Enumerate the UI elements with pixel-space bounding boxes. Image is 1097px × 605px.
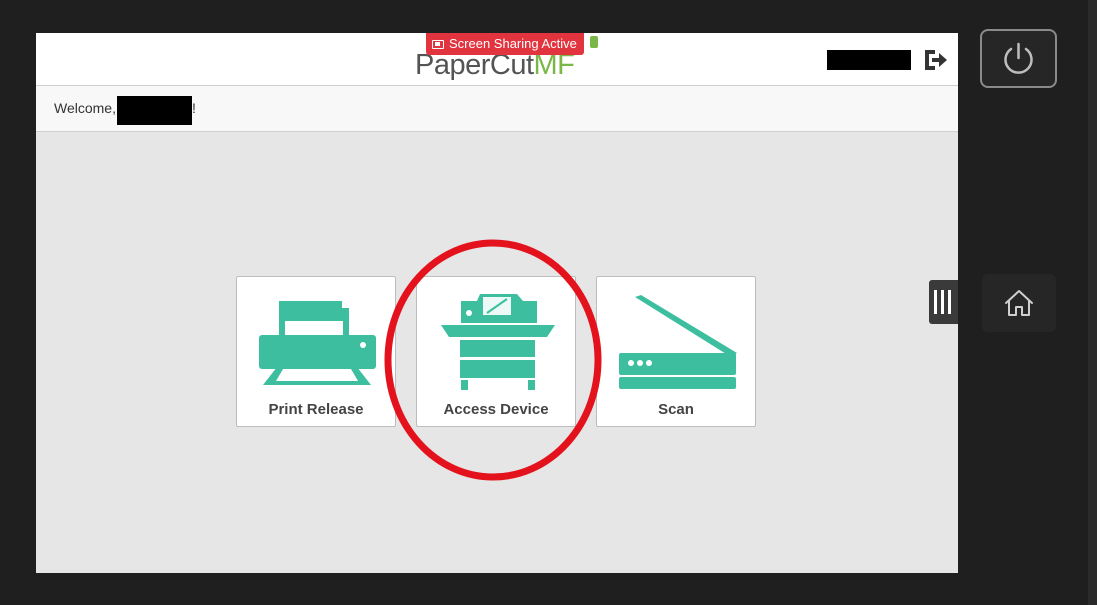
print-release-label: Print Release — [268, 401, 364, 418]
redacted-name — [117, 96, 192, 125]
annotation-circle — [384, 239, 602, 481]
printer-icon — [259, 301, 376, 385]
scan-button[interactable]: Scan — [596, 276, 756, 427]
welcome-bar: Welcome, ! — [36, 86, 958, 132]
welcome-suffix: ! — [192, 100, 196, 116]
device-frame-edge — [1088, 0, 1097, 605]
screen-sharing-label: Screen Sharing Active — [449, 36, 577, 51]
scanner-icon — [619, 295, 737, 389]
app-header: PaperCutMF Screen Sharing Active — [36, 33, 958, 86]
screen-sharing-badge: Screen Sharing Active — [426, 33, 584, 55]
logo-accent-mark — [590, 36, 598, 48]
welcome-text: Welcome, — [54, 100, 116, 116]
scan-label: Scan — [658, 401, 694, 418]
menu-handle-icon — [934, 290, 951, 314]
print-release-button[interactable]: Print Release — [236, 276, 396, 427]
side-menu-handle[interactable] — [929, 280, 958, 324]
home-button[interactable] — [982, 274, 1056, 332]
power-button[interactable] — [980, 29, 1057, 88]
power-icon — [1004, 42, 1033, 74]
logout-icon[interactable] — [922, 47, 950, 73]
home-icon — [1005, 290, 1033, 316]
redacted-username — [827, 50, 911, 70]
screen-share-icon — [432, 39, 444, 49]
